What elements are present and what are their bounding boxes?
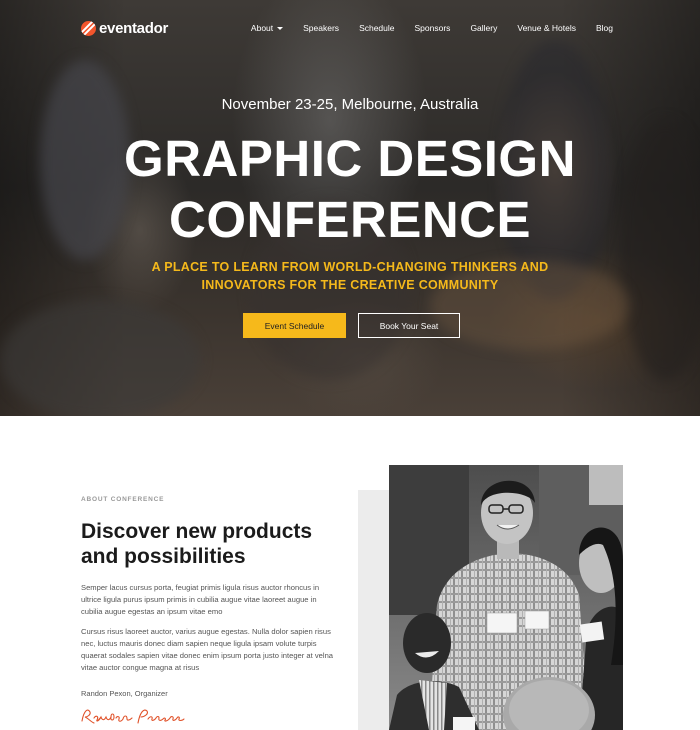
section-title: Discover new products and possibilities	[81, 519, 361, 569]
logo-icon	[81, 21, 96, 36]
nav-item-venue-hotels[interactable]: Venue & Hotels	[517, 23, 576, 33]
title-line: and possibilities	[81, 545, 246, 568]
tagline-line: INNOVATORS FOR THE CREATIVE COMMUNITY	[201, 278, 499, 292]
brand-name: eventador	[99, 20, 168, 37]
about-paragraph: Cursus risus laoreet auctor, varius augu…	[81, 627, 334, 672]
conference-photo	[389, 465, 623, 730]
event-date-location: November 23-25, Melbourne, Australia	[221, 96, 479, 113]
hero-tagline: A PLACE TO LEARN FROM WORLD-CHANGING THI…	[0, 258, 700, 294]
signature-image	[81, 709, 185, 724]
hero-title-line: GRAPHIC DESIGN	[124, 130, 576, 187]
top-navbar: eventador About Speakers Schedule Sponso…	[0, 0, 700, 56]
main-menu: About Speakers Schedule Sponsors Gallery…	[231, 23, 613, 33]
hero-title-line: CONFERENCE	[168, 191, 532, 248]
background-blur	[0, 300, 200, 416]
hero-title: GRAPHIC DESIGN CONFERENCE	[0, 128, 700, 250]
section-eyebrow: ABOUT CONFERENCE	[81, 496, 165, 503]
event-schedule-button[interactable]: Event Schedule	[243, 313, 346, 338]
nav-item-gallery[interactable]: Gallery	[470, 23, 497, 33]
hero-section: eventador About Speakers Schedule Sponso…	[0, 0, 700, 416]
organizer-name: Randon Pexon, Organizer	[81, 689, 168, 698]
nav-item-speakers[interactable]: Speakers	[303, 23, 339, 33]
about-paragraph: Semper lacus cursus porta, feugiat primi…	[81, 583, 320, 616]
tagline-line: A PLACE TO LEARN FROM WORLD-CHANGING THI…	[151, 260, 549, 274]
nav-item-sponsors[interactable]: Sponsors	[415, 23, 451, 33]
nav-label: About	[250, 23, 274, 33]
decorative-panel	[358, 490, 389, 730]
book-seat-button[interactable]: Book Your Seat	[358, 313, 460, 338]
nav-item-schedule[interactable]: Schedule	[359, 23, 394, 33]
title-line: Discover new products	[81, 520, 313, 543]
chevron-down-icon	[277, 26, 284, 30]
nav-item-about[interactable]: About	[250, 23, 284, 33]
nav-item-blog[interactable]: Blog	[596, 23, 613, 33]
brand-logo[interactable]: eventador	[81, 20, 168, 37]
